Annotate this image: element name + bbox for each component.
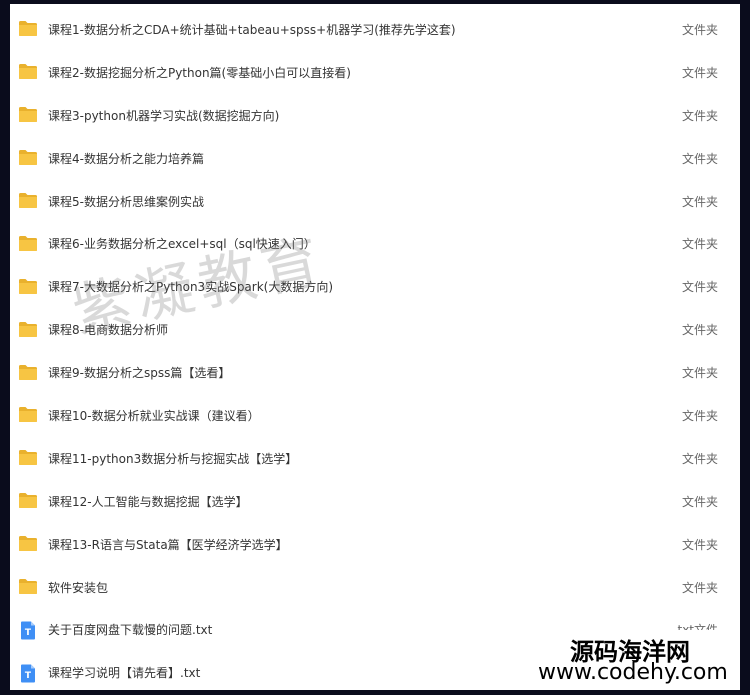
file-row[interactable]: 课程12-人工智能与数据挖掘【选学】 文件夹	[10, 480, 740, 523]
folder-icon	[18, 278, 38, 296]
file-name: 关于百度网盘下载慢的问题.txt	[48, 623, 213, 638]
file-row[interactable]: 课程9-数据分析之spss篇【选看】 文件夹	[10, 351, 740, 394]
file-list: 课程1-数据分析之CDA+统计基础+tabeau+spss+机器学习(推荐先学这…	[10, 8, 740, 690]
folder-icon	[18, 578, 38, 596]
file-name: 课程8-电商数据分析师	[48, 323, 168, 338]
folder-icon	[18, 63, 38, 81]
file-type: 文件夹	[681, 65, 718, 80]
file-type: 文件夹	[681, 323, 718, 338]
file-type: 文件夹	[681, 151, 718, 166]
file-row[interactable]: 课程13-R语言与Stata篇【医学经济学选学】 文件夹	[10, 523, 740, 566]
txt-file-icon: T	[20, 664, 40, 683]
file-row[interactable]: 课程5-数据分析思维案例实战 文件夹	[10, 180, 740, 223]
file-row[interactable]: 课程10-数据分析就业实战课（建议看） 文件夹	[10, 394, 740, 437]
folder-icon	[18, 235, 38, 253]
folder-icon	[18, 449, 38, 467]
file-name: 课程13-R语言与Stata篇【医学经济学选学】	[48, 537, 288, 552]
file-name: 课程5-数据分析思维案例实战	[48, 194, 204, 209]
file-name: 课程7-大数据分析之Python3实战Spark(大数据方向)	[48, 280, 334, 295]
file-type: 文件夹	[681, 237, 718, 252]
file-type: 文件夹	[681, 194, 718, 209]
file-name: 课程9-数据分析之spss篇【选看】	[48, 366, 231, 381]
file-list-panel: 课程1-数据分析之CDA+统计基础+tabeau+spss+机器学习(推荐先学这…	[10, 4, 740, 690]
site-watermark: 源码海洋网 www.codehy.com	[530, 630, 740, 690]
file-row[interactable]: 软件安装包 文件夹	[10, 566, 740, 609]
file-type: 文件夹	[681, 108, 718, 123]
file-type: 文件夹	[681, 366, 718, 381]
folder-icon	[18, 321, 38, 339]
folder-icon	[18, 492, 38, 510]
file-type: 文件夹	[681, 580, 718, 595]
file-name: 课程11-python3数据分析与挖掘实战【选学】	[48, 451, 298, 466]
svg-text:T: T	[25, 671, 32, 681]
file-row[interactable]: 课程7-大数据分析之Python3实战Spark(大数据方向) 文件夹	[10, 265, 740, 308]
folder-icon	[18, 364, 38, 382]
file-row[interactable]: 课程6-业务数据分析之excel+sql（sql快速入门） 文件夹	[10, 222, 740, 265]
file-type: 文件夹	[681, 537, 718, 552]
file-row[interactable]: 课程8-电商数据分析师 文件夹	[10, 308, 740, 351]
folder-icon	[18, 406, 38, 424]
folder-icon	[18, 192, 38, 210]
file-name: 课程学习说明【请先看】.txt	[48, 666, 201, 681]
file-name: 课程12-人工智能与数据挖掘【选学】	[48, 494, 248, 509]
file-name: 课程6-业务数据分析之excel+sql（sql快速入门）	[48, 237, 316, 252]
file-name: 课程3-python机器学习实战(数据挖掘方向)	[48, 108, 280, 123]
file-type: 文件夹	[681, 408, 718, 423]
file-row[interactable]: 课程11-python3数据分析与挖掘实战【选学】 文件夹	[10, 437, 740, 480]
file-row[interactable]: 课程3-python机器学习实战(数据挖掘方向) 文件夹	[10, 94, 740, 137]
file-row[interactable]: 课程4-数据分析之能力培养篇 文件夹	[10, 137, 740, 180]
file-type: 文件夹	[681, 22, 718, 37]
folder-icon	[18, 535, 38, 553]
file-type: 文件夹	[681, 494, 718, 509]
txt-file-icon: T	[20, 621, 40, 640]
file-row[interactable]: 课程1-数据分析之CDA+统计基础+tabeau+spss+机器学习(推荐先学这…	[10, 8, 740, 51]
svg-text:T: T	[25, 628, 32, 638]
folder-icon	[18, 149, 38, 167]
file-row[interactable]: 课程2-数据挖掘分析之Python篇(零基础小白可以直接看) 文件夹	[10, 51, 740, 94]
file-name: 课程2-数据挖掘分析之Python篇(零基础小白可以直接看)	[48, 65, 351, 80]
file-name: 软件安装包	[48, 580, 109, 595]
file-type: 文件夹	[681, 451, 718, 466]
file-name: 课程4-数据分析之能力培养篇	[48, 151, 204, 166]
folder-icon	[18, 106, 38, 124]
folder-icon	[18, 20, 38, 38]
file-name: 课程10-数据分析就业实战课（建议看）	[48, 408, 260, 423]
file-type: 文件夹	[681, 280, 718, 295]
site-watermark-url: www.codehy.com	[538, 660, 728, 685]
file-name: 课程1-数据分析之CDA+统计基础+tabeau+spss+机器学习(推荐先学这…	[48, 22, 456, 37]
